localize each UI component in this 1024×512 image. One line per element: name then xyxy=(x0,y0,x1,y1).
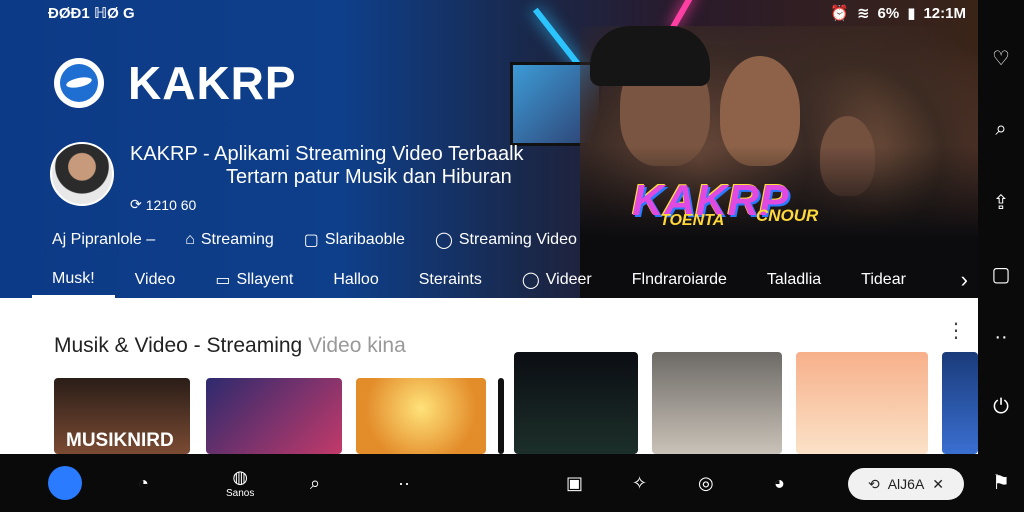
meta-item[interactable]: ▢ Slaribaoble xyxy=(304,230,405,250)
home-icon: ⌂ xyxy=(185,231,195,248)
search-icon: ⌕ xyxy=(310,472,321,493)
chevron-right-icon[interactable]: › xyxy=(961,267,978,293)
chat-button[interactable]: ◎ xyxy=(698,466,714,500)
meta-item[interactable]: ◯ Streaming Video xyxy=(435,230,577,250)
section-title: Musik & Video - Streaming Video kina xyxy=(54,334,406,357)
explore-button[interactable]: ✧ xyxy=(632,466,647,500)
tab-videer[interactable]: ◯ Videer xyxy=(502,262,612,298)
logo-icon xyxy=(54,58,104,108)
meta-item[interactable]: ⌂ Streaming xyxy=(185,231,274,249)
cap-decoration xyxy=(590,26,710,86)
card-overlay-text: MUSIKNIRD xyxy=(66,430,174,451)
system-sidebar: ♡ ⌕ ⇪ ▢ ·· ⏻ ⚑ xyxy=(978,0,1024,512)
search-icon[interactable]: ⌕ xyxy=(978,118,1024,141)
tab-taladlia[interactable]: Taladlia xyxy=(747,262,841,298)
battery-level: 6% xyxy=(877,4,900,22)
more-icon[interactable]: ·· xyxy=(978,326,1024,349)
alarm-icon: ⏰ xyxy=(830,5,849,22)
avatar[interactable] xyxy=(50,142,114,206)
library-icon: ▣ xyxy=(566,472,584,493)
category-tabs: Musk! Video ▭ Sllayent Halloo Steraints ◯… xyxy=(32,262,978,298)
library-button[interactable]: ▣ xyxy=(566,466,583,500)
status-left: ÐØÐ1 ℍØ G xyxy=(48,5,135,22)
channel-meta-row: Aj Pipranlole – ⌂ Streaming ▢ Slaribaoble … xyxy=(52,230,577,250)
search-button[interactable]: ⌕ xyxy=(310,466,320,500)
channel-title: KAKRP - Aplikami Streaming Video Terbaal… xyxy=(130,143,524,165)
content-section: Musik & Video - Streaming Video kina ⋮ M… xyxy=(0,298,978,454)
video-card[interactable] xyxy=(206,378,342,454)
account-pill-button[interactable]: ⟲ AlJ6A ✕ xyxy=(848,468,964,500)
tab-musik[interactable]: Musk! xyxy=(32,262,115,298)
link-icon: ✕ xyxy=(932,475,945,492)
friends-icon: ◕ xyxy=(774,472,785,493)
bell-icon: ◍ xyxy=(232,467,249,487)
app-name: KAKRP xyxy=(128,57,297,109)
heart-icon[interactable]: ♡ xyxy=(978,46,1024,71)
clock: 12:1M xyxy=(923,4,966,22)
tab-halloo[interactable]: Halloo xyxy=(313,262,398,298)
chat-icon: ◯ xyxy=(434,232,453,249)
video-card[interactable] xyxy=(652,352,782,454)
refresh-icon: ⟲ xyxy=(867,475,880,492)
app-logo: KAKRP xyxy=(54,56,297,110)
meta-item[interactable]: Aj Pipranlole – xyxy=(52,231,155,249)
home-icon xyxy=(48,466,82,500)
channel-subtitle: Tertarn patur Musik dan Hiburan xyxy=(226,166,512,188)
friends-button[interactable]: ◕ xyxy=(774,466,785,500)
tab-flndraroiarde[interactable]: Flndraroiarde xyxy=(612,262,747,298)
explore-icon: ✧ xyxy=(632,472,648,493)
hero-photo xyxy=(580,26,978,298)
video-card[interactable]: MUSIKNIRD xyxy=(54,378,190,454)
bottom-navigation: ◔ ◍ Sanos ⌕ ·· ▣ ✧ ◎ ◕ ⟲ AlJ6A ✕ xyxy=(0,454,978,512)
doc-icon: ▢ xyxy=(303,232,319,249)
battery-icon: ▮ xyxy=(907,5,916,22)
subscriber-count: ⟳ 1210 60 xyxy=(130,196,197,213)
dots-icon: ·· xyxy=(398,472,410,493)
refresh-icon: ⟳ xyxy=(130,196,142,212)
power-icon[interactable]: ⏻ xyxy=(978,396,1024,419)
more-options-icon[interactable]: ⋮ xyxy=(946,318,966,343)
tab-video[interactable]: Video xyxy=(115,262,196,298)
profile-icon: ◔ xyxy=(138,472,149,493)
tab-steraints[interactable]: Steraints xyxy=(399,262,502,298)
channel-hero-banner: KAKRP TOENTA CNOUR KAKRP KAKRP - Aplikam… xyxy=(0,0,978,298)
tab-sllayent[interactable]: ▭ Sllayent xyxy=(195,262,313,298)
neon-logo-subtext: TOENTA xyxy=(660,212,725,229)
flag-icon[interactable]: ⚑ xyxy=(978,470,1024,495)
tab-tidear[interactable]: Tidear xyxy=(841,262,926,298)
chat-icon: ◎ xyxy=(698,472,714,493)
wifi-icon: ≋ xyxy=(856,5,870,22)
chat-icon: ▭ xyxy=(215,272,231,289)
neon-logo-subtext: CNOUR xyxy=(756,206,819,225)
more-button[interactable]: ·· xyxy=(398,466,410,500)
video-card[interactable] xyxy=(514,352,638,454)
video-card[interactable] xyxy=(796,352,928,454)
chat-icon: ◯ xyxy=(521,272,540,289)
channel-info: KAKRP - Aplikami Streaming Video Terbaal… xyxy=(50,142,524,213)
video-card[interactable] xyxy=(356,378,486,454)
square-icon[interactable]: ▢ xyxy=(978,262,1024,287)
notifications-button[interactable]: ◍ Sanos xyxy=(226,466,254,500)
share-icon[interactable]: ⇪ xyxy=(978,190,1024,215)
profile-button[interactable]: ◔ xyxy=(138,466,149,500)
status-bar: ÐØÐ1 ℍØ G ⏰ ≋ 6% ▮ 12:1M xyxy=(0,0,978,26)
video-card[interactable] xyxy=(942,352,978,454)
card-divider xyxy=(498,378,504,454)
home-button[interactable] xyxy=(48,466,82,500)
